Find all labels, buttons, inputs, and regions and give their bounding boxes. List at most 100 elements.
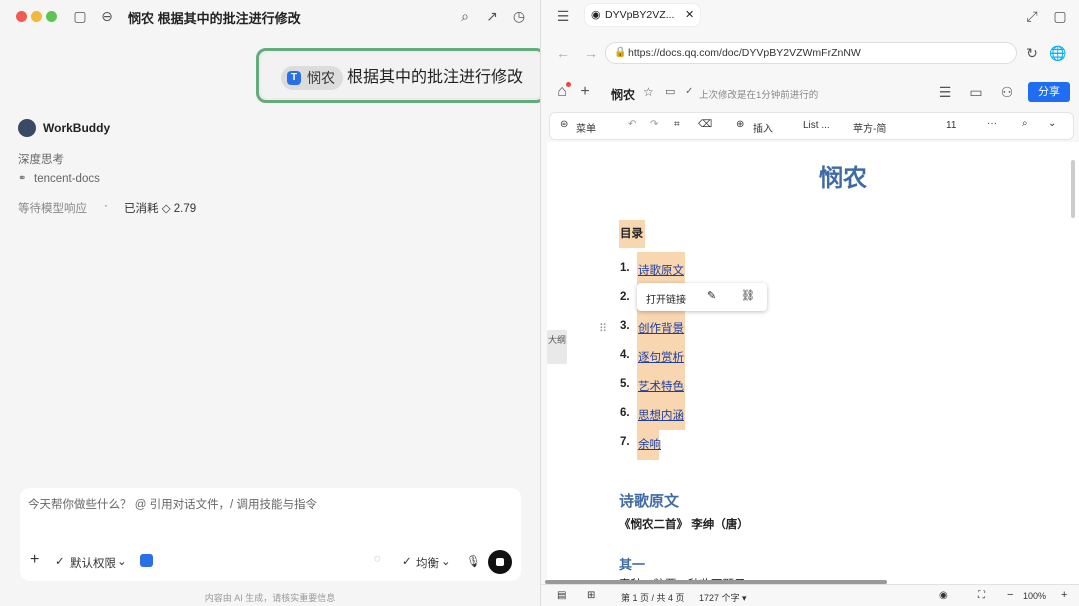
user-message-bubble: T 悯农 根据其中的批注进行修改 — [256, 48, 546, 103]
expand-icon[interactable]: ⤢ — [1023, 8, 1041, 24]
zoom-in-button[interactable]: + — [1061, 589, 1067, 601]
chat-pane: ▢ ⊖ 悯农 根据其中的批注进行修改 ⌕ ↗ ◷ T 悯农 根据其中的批注进行修… — [0, 0, 546, 606]
mode-check-icon: ✓ — [402, 556, 412, 568]
globe-icon: ◉ — [591, 9, 601, 21]
document-title: 悯农 — [819, 165, 867, 192]
layout-icon[interactable]: ▤ — [557, 590, 566, 601]
toc-link-background[interactable]: 创作背景 — [638, 320, 684, 336]
folder-icon[interactable]: ▭ — [665, 85, 675, 98]
fit-icon[interactable]: ⛶ — [978, 590, 985, 601]
list-style-dropdown[interactable]: List ... — [803, 120, 830, 131]
microphone-icon[interactable]: 🎙 — [466, 554, 481, 568]
toc-link-poem[interactable]: 诗歌原文 — [638, 262, 684, 278]
toc-link-analysis[interactable]: 逐句赏析 — [638, 349, 684, 365]
undo-icon[interactable]: ↶ — [628, 119, 636, 130]
user-message-text: 根据其中的批注进行修改 — [347, 69, 524, 86]
reload-icon[interactable]: ↻ — [1023, 45, 1041, 61]
star-icon[interactable]: ☆ — [643, 85, 654, 99]
present-icon[interactable]: ▭ — [967, 84, 985, 100]
open-link-button[interactable]: 打开链接 — [646, 291, 686, 306]
composer-input[interactable]: 今天帮你做些什么？ @ 引用对话文件，/ 调用技能与指令 — [28, 496, 317, 512]
section-heading: 诗歌原文 — [619, 493, 680, 510]
doc-reference-chip[interactable]: T 悯农 — [281, 66, 343, 90]
toc-link-meaning[interactable]: 思想内涵 — [638, 407, 684, 423]
drag-handle-icon[interactable]: ⠿ — [599, 322, 607, 335]
new-doc-icon[interactable]: + — [576, 84, 594, 100]
redo-icon[interactable]: ↷ — [650, 119, 658, 130]
menu-icon[interactable]: ☰ — [554, 8, 572, 24]
format-painter-icon[interactable]: ⌗ — [674, 119, 680, 130]
menu-icon[interactable]: ☰ — [936, 84, 954, 100]
unlink-icon[interactable]: ⛓ — [741, 289, 755, 302]
minimize-window-button[interactable] — [31, 11, 42, 22]
add-collaborator-icon[interactable]: ⚇ — [998, 84, 1016, 100]
font-size-dropdown[interactable]: 11 — [946, 120, 956, 131]
menu-grid-icon: ⊜ — [560, 119, 569, 130]
toc-number: 4. — [620, 349, 630, 361]
outline-tab[interactable]: 大纲 — [547, 330, 567, 364]
notification-dot — [566, 82, 571, 87]
language-icon[interactable]: 🌐 — [1049, 45, 1067, 61]
status-separator: · — [104, 200, 108, 212]
thinking-toggle[interactable]: 深度思考 — [18, 151, 64, 167]
share-icon[interactable]: ↗ — [483, 8, 501, 24]
tencent-docs-icon: T — [287, 71, 301, 85]
more-button[interactable]: ··· — [987, 118, 997, 129]
toc-number: 3. — [620, 320, 630, 332]
window-icon[interactable]: ▢ — [1051, 8, 1069, 24]
save-status: 上次修改是在1分钟前进行的 — [699, 90, 819, 101]
forward-icon[interactable]: → — [582, 45, 600, 61]
edit-link-icon[interactable]: ✎ — [707, 289, 716, 302]
toc-heading: 目录 — [620, 228, 643, 240]
vertical-scrollbar[interactable] — [1071, 160, 1075, 218]
skill-label[interactable]: tencent-docs — [34, 173, 100, 185]
page-view-icon[interactable]: ⊞ — [587, 590, 595, 601]
close-tab-icon[interactable]: ✕ — [685, 8, 694, 21]
word-count[interactable]: 1727 个字 ▾ — [699, 591, 747, 604]
stop-button[interactable] — [488, 550, 512, 574]
search-icon[interactable]: ⌕ — [1022, 118, 1028, 129]
compass-icon[interactable]: ◉ — [939, 590, 948, 601]
mode-select[interactable]: 均衡 — [416, 555, 439, 571]
search-icon[interactable]: ⌕ — [456, 8, 474, 24]
browser-tab[interactable]: ◉ DYVpBY2VZ... ✕ — [585, 4, 700, 26]
close-window-button[interactable] — [16, 11, 27, 22]
doc-name[interactable]: 悯农 — [611, 86, 635, 103]
link-popup: 打开链接 ✎ ⛓ — [637, 283, 767, 311]
history-icon[interactable]: ◷ — [510, 8, 528, 24]
font-family-dropdown[interactable]: 苹方-简 — [853, 120, 886, 135]
toc-link-features[interactable]: 艺术特色 — [638, 378, 684, 394]
chevron-down-icon: ⌄ — [117, 556, 127, 568]
share-button[interactable]: 分享 — [1028, 82, 1070, 102]
document-canvas[interactable]: 悯农 目录 1. 诗歌原文 2. 3. 创作背景 4. 逐句赏析 5. 艺术特色… — [547, 142, 1079, 584]
insert-dropdown[interactable]: 插入 — [753, 120, 773, 135]
doc-reference-label: 悯农 — [307, 70, 335, 86]
editor-toolbar: 菜单 ⊜ ↶ ↷ ⌗ ⌫ ⊕ 插入 List ... 苹方-简 11 ··· ⌕… — [549, 112, 1074, 140]
poem-source-line: 《悯农二首》 李绅（唐） — [619, 519, 749, 531]
add-attachment-button[interactable]: + — [30, 551, 39, 569]
status-cost: 已消耗 ◇ 2.79 — [124, 203, 197, 215]
url-text: https://docs.qq.com/doc/DYVpBY2VZWmFrZnN… — [628, 47, 861, 59]
permission-select[interactable]: 默认权限 — [70, 555, 116, 571]
page-indicator: 第 1 页 / 共 4 页 — [621, 593, 685, 603]
maximize-window-button[interactable] — [46, 11, 57, 22]
chevron-down-icon[interactable]: ⌄ — [1048, 118, 1056, 129]
tencent-docs-icon[interactable] — [140, 554, 153, 567]
loading-spinner-icon: ◌ — [374, 553, 381, 565]
zoom-level[interactable]: 100% — [1023, 591, 1046, 601]
toc-number: 7. — [620, 436, 630, 448]
saved-check-icon: ✓ — [685, 86, 694, 97]
assistant-name: WorkBuddy — [43, 121, 111, 135]
new-chat-icon[interactable]: ⊖ — [98, 8, 116, 24]
chevron-down-icon: ⌄ — [441, 556, 451, 568]
window-title: 悯农 根据其中的批注进行修改 — [128, 11, 301, 26]
sidebar-toggle-icon[interactable]: ▢ — [71, 8, 89, 24]
zoom-out-button[interactable]: − — [1007, 589, 1013, 601]
menu-dropdown[interactable]: 菜单 — [576, 120, 596, 135]
skill-link-icon: ⚭ — [18, 173, 27, 184]
back-icon[interactable]: ← — [554, 45, 572, 61]
clear-format-icon[interactable]: ⌫ — [698, 119, 712, 130]
url-bar[interactable]: 🔒 https://docs.qq.com/doc/DYVpBY2VZWmFrZ… — [605, 42, 1017, 64]
toc-number: 2. — [620, 291, 630, 303]
toc-link-echo[interactable]: 余响 — [638, 436, 661, 452]
